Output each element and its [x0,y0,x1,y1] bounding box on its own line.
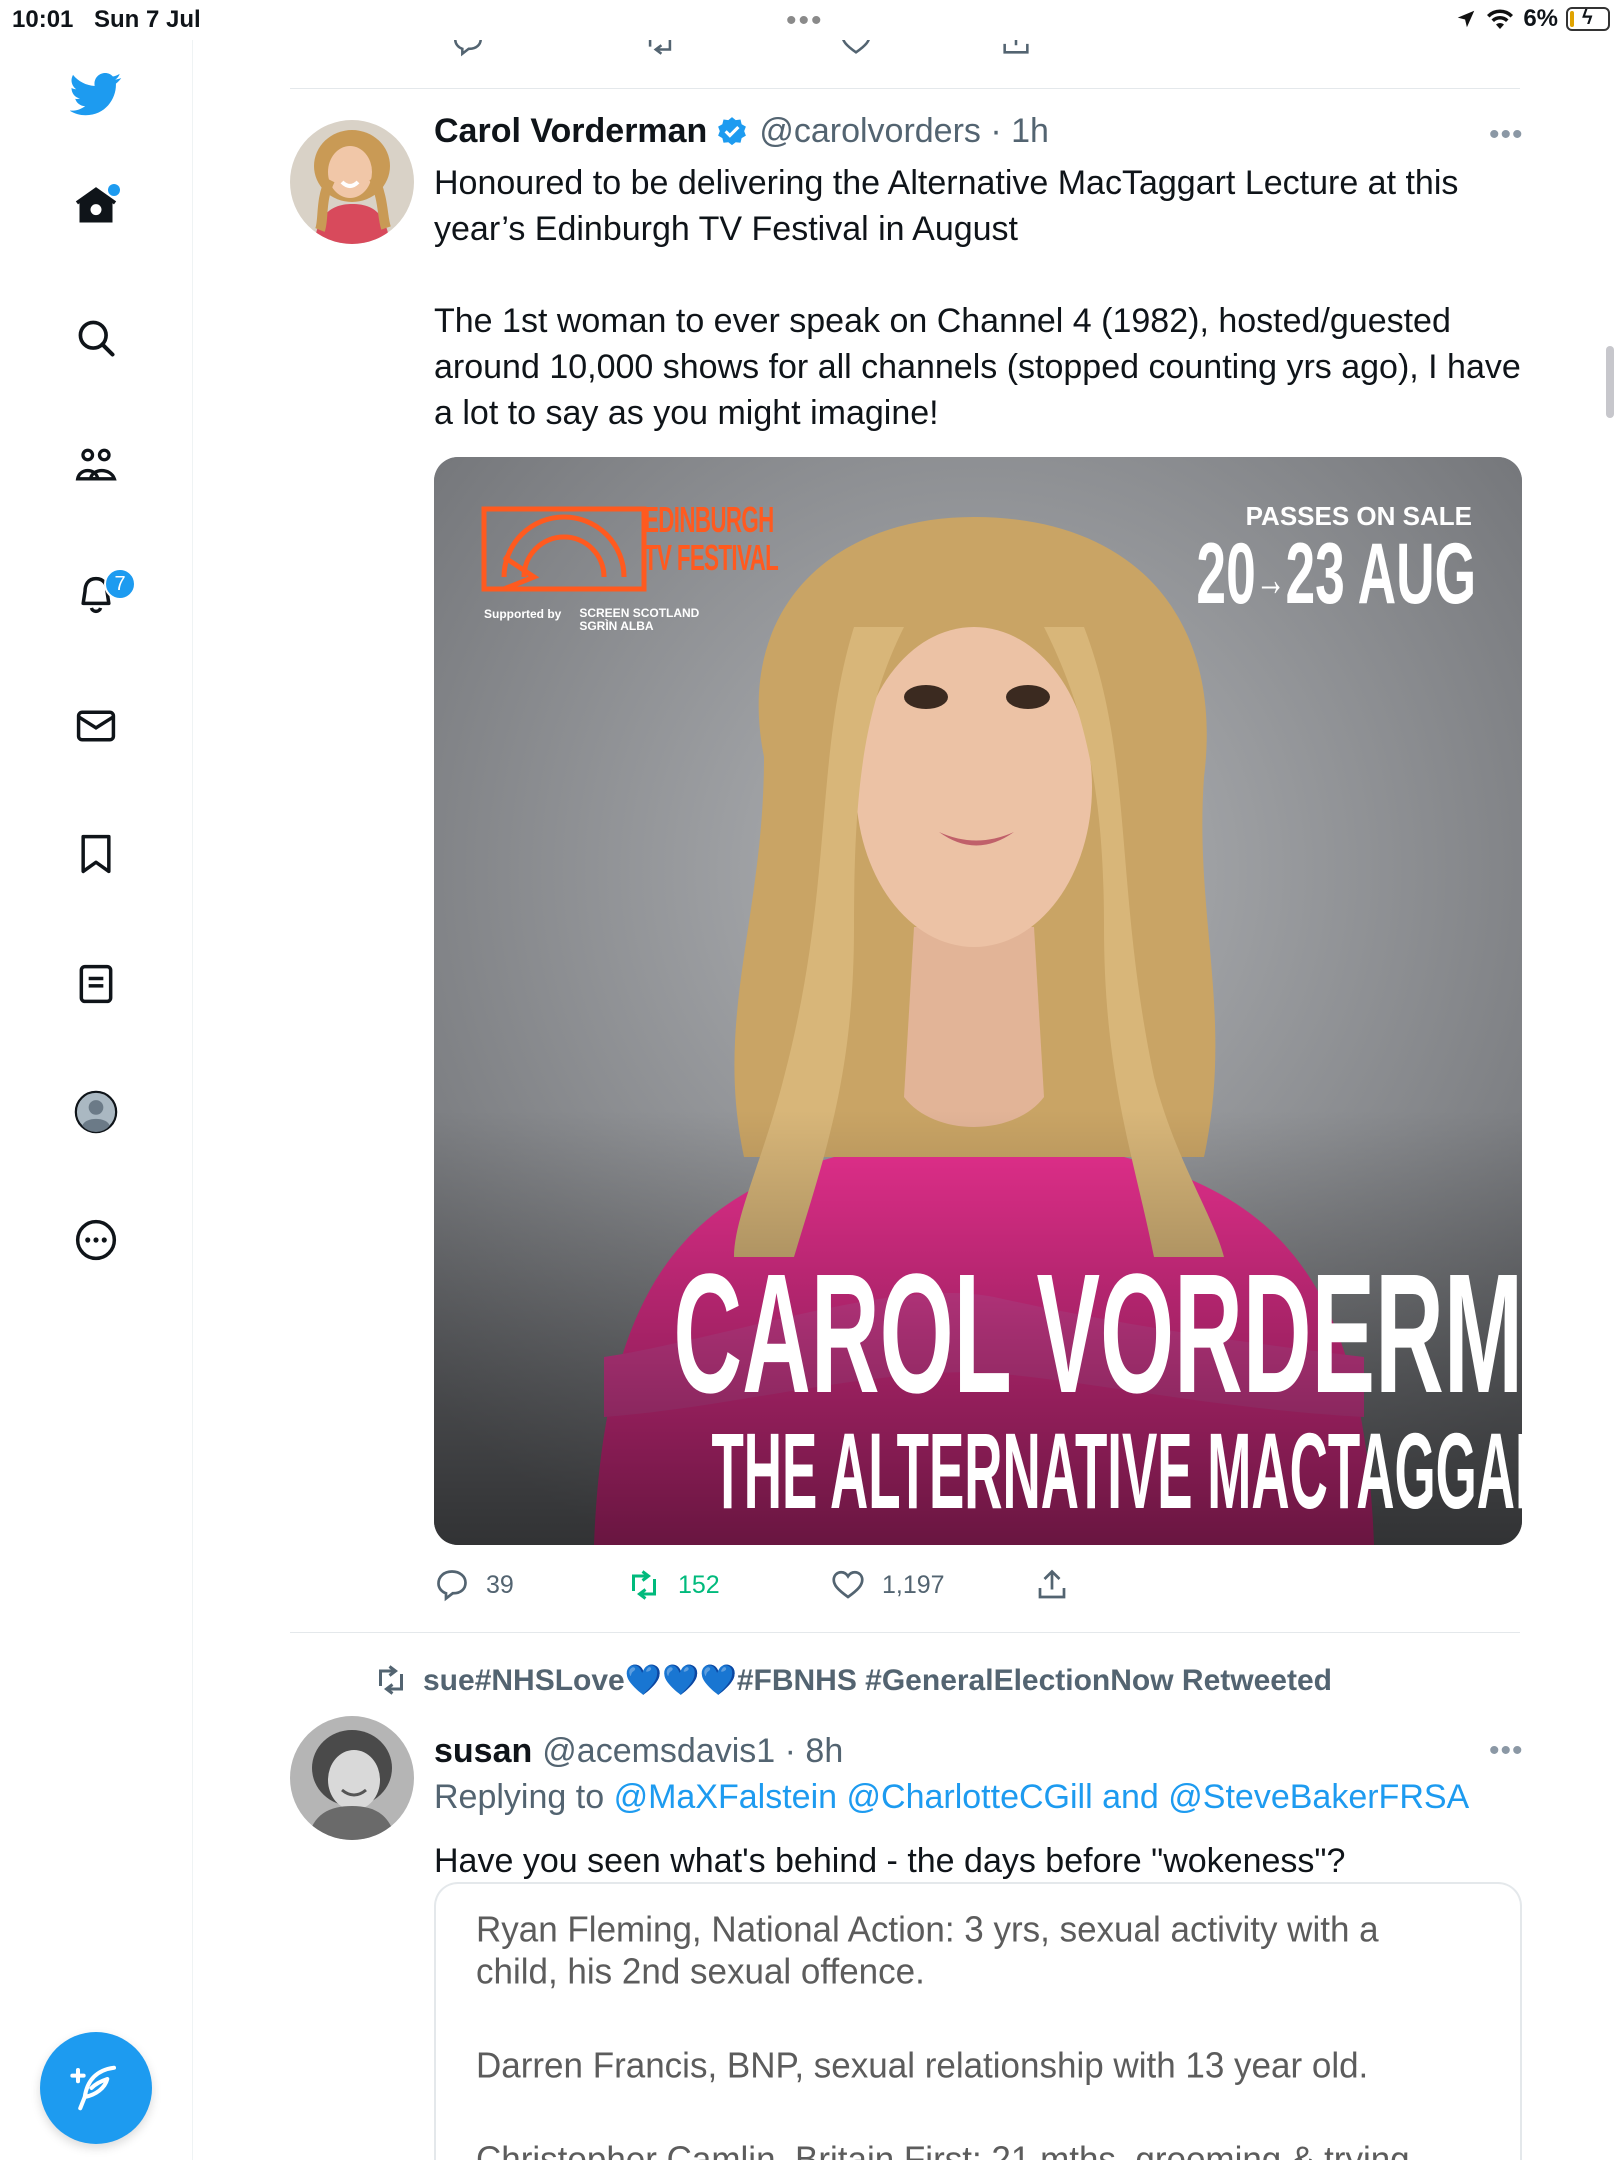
tweet-paragraph: Honoured to be delivering the Alternativ… [434,164,1459,248]
status-time: 10:01 [12,6,74,33]
festival-line-1: EDINBURGH [644,499,774,540]
retweeted-by[interactable]: sue#NHSLove💙💙💙#FBNHS #GeneralElectionNow… [373,1662,1332,1698]
date-arrow-icon: → [1255,553,1286,607]
compose-feather-icon [70,2065,117,2111]
replying-to: Replying to @MaXFalstein @CharlotteCGill… [434,1778,1469,1817]
nav-notifications[interactable]: 7 [68,568,136,624]
sidebar: 7 [0,40,193,2160]
handle-and-time[interactable]: @carolvorders · 1h [759,112,1049,151]
tweet-more-options-icon[interactable]: ••• [1489,1734,1524,1768]
like-button[interactable]: 1,197 [830,1560,945,1610]
tweet-paragraph: Have you seen what's behind - the days b… [434,1842,1346,1880]
nav-messages[interactable] [68,698,124,754]
image-text-line: Ryan Fleming, National Action: 3 yrs, se… [476,1909,1379,1950]
tweet-body: Have you seen what's behind - the days b… [434,1838,1524,1884]
poster-headline: CAROL VORDERMAN [673,1239,1522,1429]
multitasking-dots-icon[interactable]: ••• [786,4,824,38]
image-text-line: child, his 2nd sexual offence. [476,1951,925,1992]
status-right: 6% ϟ [1455,5,1610,33]
profile-icon [74,1090,118,1134]
festival-dates: 20→23 AUG [1196,531,1476,623]
lists-icon [79,964,113,1004]
poster-subheadline: THE ALTERNATIVE MACTAGGART 2024 [711,1410,1522,1531]
location-icon [1458,10,1475,28]
replying-and: and [1102,1778,1159,1816]
tweet-header: Carol Vorderman @carolvorders · 1h [434,112,1049,151]
status-bar: 10:01 Sun 7 Jul ••• 6% ϟ [0,0,1620,40]
reply-count: 39 [486,1570,514,1599]
nav-communities[interactable] [68,438,124,494]
retweet-icon [632,1570,656,1600]
display-name[interactable]: susan [434,1732,532,1771]
previous-tweet-actions [433,40,1433,60]
reply-icon [437,1570,467,1602]
festival-name: EDINBURGH TV FESTIVAL [644,499,779,578]
retweeter-name-prefix: sue#NHSLove [423,1663,625,1697]
avatar[interactable] [290,1716,414,1840]
nav-home[interactable] [68,178,124,234]
reply-button[interactable]: 39 [434,1560,514,1610]
like-count: 1,197 [882,1570,945,1599]
retweet-icon[interactable] [643,40,677,58]
compose-tweet-button[interactable] [40,2032,152,2144]
battery-icon: ϟ [1566,7,1610,31]
retweet-count: 152 [678,1570,720,1599]
date-end: 23 AUG [1285,526,1476,622]
image-text-line: Darren Francis, BNP, sexual relationship… [476,2045,1369,2086]
wifi-icon [1487,9,1514,29]
mention-link[interactable]: @MaXFalstein [614,1778,837,1816]
notifications-badge: 7 [104,568,136,600]
scrollbar[interactable] [1606,346,1614,418]
verified-badge-icon [718,116,747,145]
nav-search[interactable] [68,310,124,366]
avatar[interactable] [290,120,414,244]
reply-icon[interactable] [451,40,485,58]
nav-profile[interactable] [68,1084,124,1140]
like-icon [832,1570,864,1599]
share-button[interactable] [1034,1560,1070,1610]
tweet-image[interactable]: EDINBURGH TV FESTIVAL Supported by SCREE… [434,457,1522,1545]
nav-bookmarks[interactable] [68,826,124,882]
tweet-header: susan @acemsdavis1 · 8h [434,1732,843,1771]
tweet-divider [290,1632,1520,1633]
tweet-more-options-icon[interactable]: ••• [1489,118,1524,152]
sponsor-line-2: SGRÌN ALBA [579,619,654,633]
like-icon[interactable] [839,40,873,58]
nav-lists[interactable] [68,956,124,1012]
handle-and-time[interactable]: @acemsdavis1 · 8h [542,1732,843,1771]
tweet-paragraph: The 1st woman to ever speak on Channel 4… [434,302,1521,432]
share-icon[interactable] [999,40,1033,58]
replying-prefix: Replying to [434,1778,605,1816]
mention-link[interactable]: @SteveBakerFRSA [1168,1778,1469,1816]
search-icon [78,320,115,357]
festival-line-2: TV FESTIVAL [644,537,779,578]
status-date: Sun 7 Jul [94,6,201,33]
attached-image[interactable]: Ryan Fleming, National Action: 3 yrs, se… [434,1882,1522,2160]
retweet-icon [379,1665,403,1695]
timeline: Carol Vorderman @carolvorders · 1h ••• H… [193,40,1620,2160]
bookmarks-icon [81,834,111,874]
nav-more[interactable] [68,1212,124,1268]
communities-icon [75,448,117,481]
display-name[interactable]: Carol Vorderman [434,112,707,151]
supported-by-label: Supported by [484,607,562,621]
blue-heart-emoji: 💙💙💙 [624,1663,737,1697]
home-unread-dot [108,184,120,196]
tweet-body: Honoured to be delivering the Alternativ… [434,160,1524,436]
share-icon [1038,1569,1066,1599]
tweet-actions: 39 152 1,197 [434,1560,1434,1610]
messages-icon [76,710,116,742]
twitter-logo-icon[interactable] [68,66,124,122]
retweeter-name-suffix: #FBNHS #GeneralElectionNow Retweeted [736,1663,1332,1697]
supported-by: Supported by SCREEN SCOTLAND SGRÌN ALBA [484,607,699,633]
date-start: 20 [1196,526,1256,622]
image-text-line: Christopher Camlin, Britain First: 21 mt… [476,2139,1410,2160]
battery-percent: 6% [1523,5,1558,32]
retweet-button[interactable]: 152 [626,1560,720,1610]
tweet-divider [290,88,1520,89]
mention-link[interactable]: @CharlotteCGill [847,1778,1093,1816]
more-icon [75,1219,117,1261]
